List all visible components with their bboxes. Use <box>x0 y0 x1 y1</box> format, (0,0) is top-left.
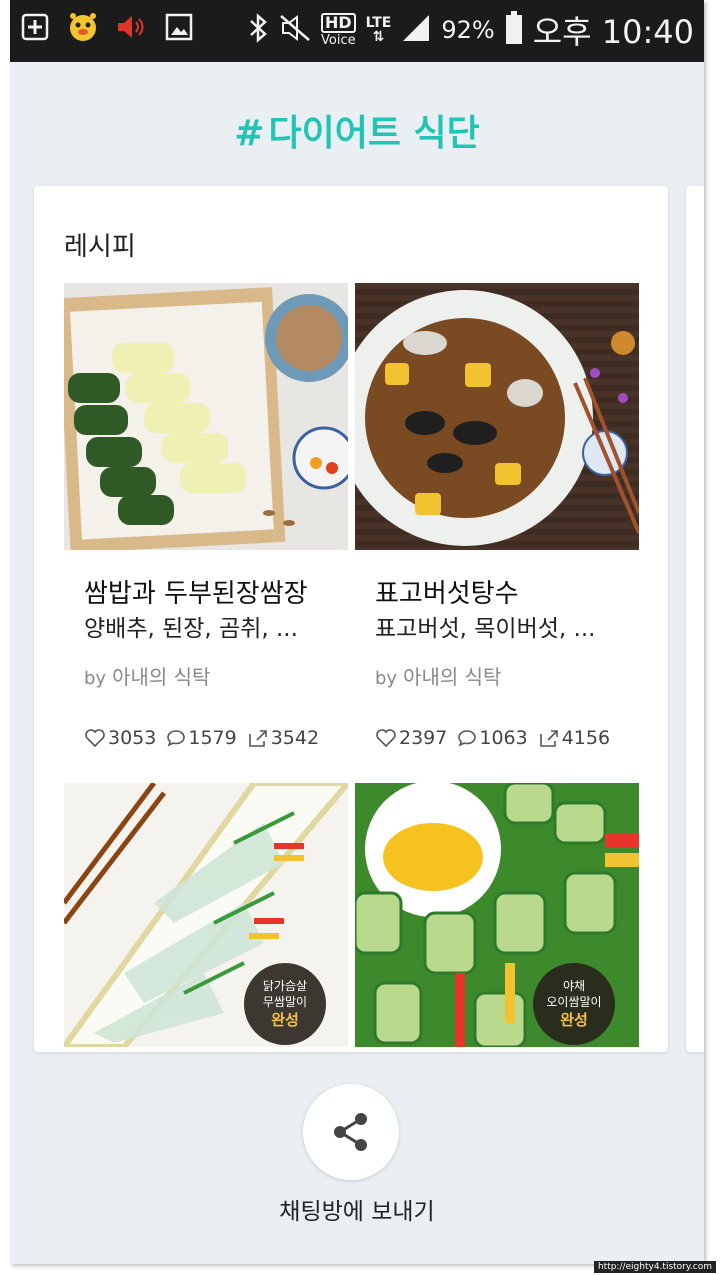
gallery-icon <box>162 10 196 44</box>
share-out-icon <box>248 730 267 747</box>
by-label: by <box>375 668 398 689</box>
clock: 오후 10:40 <box>533 7 694 53</box>
lte-indicator: LTE ⇅ <box>366 16 392 44</box>
share-button[interactable] <box>303 1084 399 1180</box>
completion-badge: 야채 오이쌈말이 완성 <box>533 963 615 1045</box>
comments-stat[interactable]: 1579 <box>166 727 237 749</box>
next-card-peek[interactable] <box>686 186 704 1052</box>
recipe-stats: 3053 1579 3542 <box>84 727 319 749</box>
page-title-text: 다이어트 식단 <box>268 113 480 154</box>
shares-count: 4156 <box>561 727 611 749</box>
page-title: # 다이어트 식단 <box>10 104 704 156</box>
data-arrows-icon: ⇅ <box>372 29 385 45</box>
author-name: 아내의 식탁 <box>403 665 502 689</box>
hd-label: HD <box>320 13 356 33</box>
recipe-card: 레시피 쌈밥과 두부된장쌈장 양배추, 된장, 곰취, ... by 아내의 식… <box>34 186 668 1052</box>
comments-stat[interactable]: 1063 <box>457 727 528 749</box>
completion-badge: 닭가슴살 무쌈말이 완성 <box>244 963 326 1045</box>
author-name: 아내의 식탁 <box>112 665 211 689</box>
heart-icon <box>376 729 396 748</box>
badge-done: 완성 <box>560 1011 588 1030</box>
shares-count: 3542 <box>270 727 320 749</box>
comments-count: 1063 <box>479 727 528 749</box>
badge-line2: 무쌈말이 <box>262 994 308 1009</box>
recipe-title[interactable]: 표고버섯탕수 <box>375 573 519 610</box>
card-heading: 레시피 <box>64 232 136 262</box>
likes-count: 2397 <box>399 727 448 749</box>
likes-count: 3053 <box>108 727 157 749</box>
recipe-title[interactable]: 쌈밥과 두부된장쌈장 <box>84 573 308 610</box>
badge-line1: 야채 <box>562 978 586 993</box>
comment-icon <box>458 730 477 747</box>
by-label: by <box>84 668 107 689</box>
recipe-stats: 2397 1063 4156 <box>375 727 610 749</box>
comments-count: 1579 <box>188 727 237 749</box>
recipe-tile[interactable]: 표고버섯탕수 표고버섯, 목이버섯, ... by 아내의 식탁 2397 106… <box>355 283 639 763</box>
badge-line2: 오이쌈말이 <box>546 994 602 1009</box>
recipe-author[interactable]: by 아내의 식탁 <box>84 661 210 690</box>
recipe-photo[interactable]: 닭가슴살 무쌈말이 완성 <box>64 783 348 1047</box>
comment-icon <box>167 730 186 747</box>
hd-voice-indicator: HD Voice <box>320 13 356 48</box>
shares-stat[interactable]: 3542 <box>247 727 319 749</box>
likes-stat[interactable]: 2397 <box>375 727 447 749</box>
recipe-ingredients: 양배추, 된장, 곰취, ... <box>84 616 298 642</box>
recipe-author[interactable]: by 아내의 식탁 <box>375 661 501 690</box>
lte-label: LTE <box>365 15 392 31</box>
clock-ampm: 오후 <box>532 13 592 51</box>
watermark: http://eighty4.tistory.com <box>593 1261 716 1273</box>
recipe-tile[interactable]: 쌈밥과 두부된장쌈장 양배추, 된장, 곰취, ... by 아내의 식탁 305… <box>64 283 348 763</box>
recipe-photo[interactable] <box>355 283 639 550</box>
bluetooth-icon <box>247 13 269 47</box>
battery-percent: 92% <box>441 16 495 44</box>
app-screen: HD Voice LTE ⇅ 92% 오후 10:40 # 다이어트 식단 레시피 <box>10 0 704 1264</box>
hashtag-symbol: # <box>234 113 265 154</box>
clock-time: 10:40 <box>601 13 694 51</box>
recipe-ingredients: 표고버섯, 목이버섯, ... <box>375 616 596 642</box>
heart-icon <box>85 729 105 748</box>
share-icon <box>334 1113 367 1151</box>
signal-icon <box>401 13 431 47</box>
recipe-photo[interactable] <box>64 283 348 550</box>
alarm-app-icon <box>66 10 100 44</box>
badge-line1: 닭가슴살 <box>262 978 308 993</box>
shares-stat[interactable]: 4156 <box>538 727 610 749</box>
share-label[interactable]: 채팅방에 보내기 <box>10 1192 704 1226</box>
add-icon <box>18 10 52 44</box>
status-bar: HD Voice LTE ⇅ 92% 오후 10:40 <box>10 0 704 62</box>
recipe-photo[interactable]: 야채 오이쌈말이 완성 <box>355 783 639 1047</box>
volume-icon <box>114 10 148 44</box>
recipe-tile[interactable]: 닭가슴살 무쌈말이 완성 <box>64 783 348 1047</box>
mute-icon <box>279 14 311 46</box>
likes-stat[interactable]: 3053 <box>84 727 156 749</box>
share-out-icon <box>539 730 558 747</box>
voice-label: Voice <box>321 33 356 48</box>
battery-icon <box>505 11 523 49</box>
badge-done: 완성 <box>271 1011 299 1030</box>
recipe-tile[interactable]: 야채 오이쌈말이 완성 <box>355 783 639 1047</box>
